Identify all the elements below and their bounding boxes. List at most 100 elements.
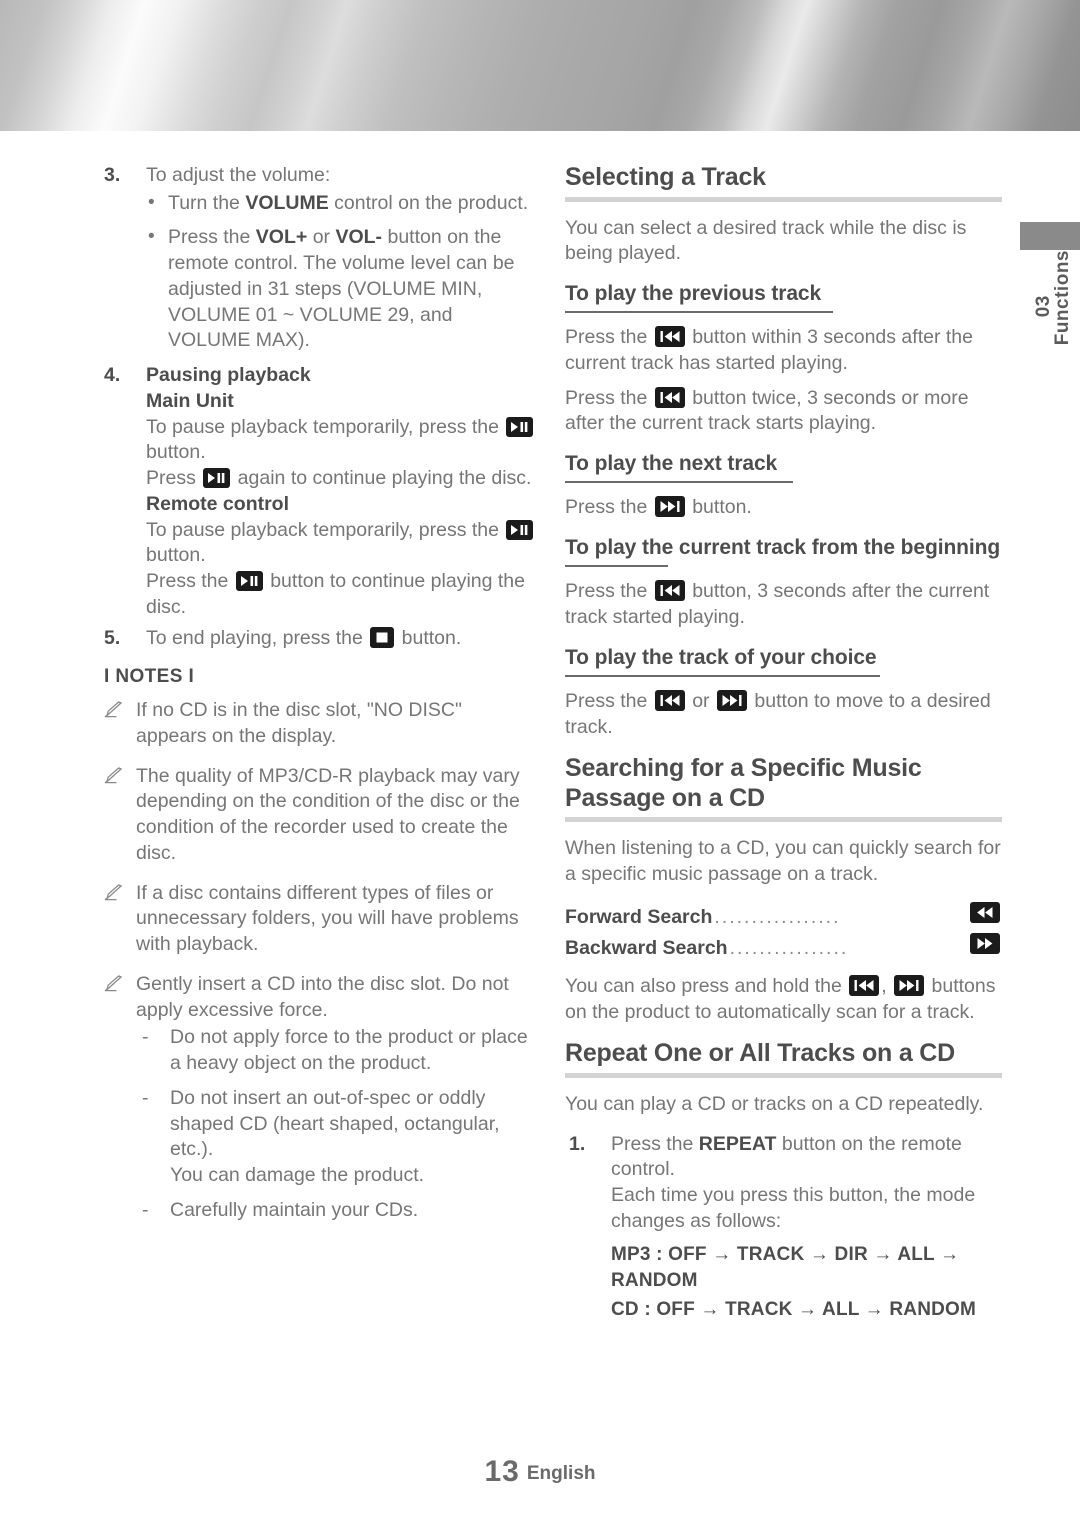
step-3-bullets: Turn the VOLUME control on the product. … — [146, 190, 537, 354]
subheading-rule — [565, 674, 880, 677]
remote-l2-pre: Press the — [146, 570, 234, 593]
note-item: If no CD is in the disc slot, "NO DISC" … — [100, 698, 537, 749]
remote-control-label: Remote control — [146, 492, 290, 515]
heading-previous-track: To play the previous track — [565, 281, 822, 305]
step-4-marker: 4. — [104, 364, 121, 387]
step-4: 4. Pausing playback Main Unit To pause p… — [100, 363, 537, 620]
leader-dots: ................. — [714, 905, 841, 928]
page-footer: 13 English — [0, 1455, 1080, 1489]
bullet-1-mid: or — [307, 226, 336, 249]
left-column: 3. To adjust the volume: Turn the VOLUME… — [100, 163, 537, 1237]
previous-track-line-2: Press the button twice, 3 seconds or mor… — [565, 386, 1002, 437]
heading-selecting-a-track: Selecting a Track — [565, 163, 766, 191]
remote-resume-line: Press the button to continue playing the… — [146, 569, 537, 620]
searching-outro: You can also press and hold the , button… — [565, 974, 1002, 1025]
previous-track-icon — [654, 386, 685, 408]
forward-search-label: Forward Search — [565, 905, 713, 928]
pencil-icon — [102, 701, 124, 719]
prev-l1-pre: Press the — [565, 326, 653, 349]
note-sub-text: Do not insert an out-of-spec or oddly sh… — [170, 1086, 500, 1161]
step-5-post: button. — [396, 627, 462, 650]
remote-l1-post: button. — [146, 544, 206, 567]
repeat-intro: You can play a CD or tracks on a CD repe… — [565, 1092, 984, 1115]
previous-track-line-1: Press the button within 3 seconds after … — [565, 325, 1002, 376]
leader-backward-search: Backward Search ................ — [565, 932, 1002, 960]
next-track-icon — [716, 689, 747, 711]
main-unit-l1-pre: To pause playback temporarily, press the — [146, 415, 505, 438]
searching-intro: When listening to a CD, you can quickly … — [565, 837, 1001, 886]
bullet-1-bold2: VOL- — [335, 226, 383, 249]
begin-pre: Press the — [565, 580, 653, 603]
main-unit-resume-line: Press again to continue playing the disc… — [146, 466, 537, 492]
backward-search-label: Backward Search — [565, 936, 728, 959]
subheading-rule — [565, 481, 793, 484]
step-5-pre: To end playing, press the — [146, 627, 369, 650]
heading-track-of-choice: To play the track of your choice — [565, 645, 877, 669]
heading-current-track-beginning: To play the current track from the begin… — [565, 536, 1001, 560]
repeat-step-1-text: Press the REPEAT button on the remote co… — [611, 1132, 1002, 1183]
right-column: Selecting a Track You can select a desir… — [565, 163, 1002, 1326]
step-3-text: To adjust the volume: — [146, 164, 331, 186]
note-text: If no CD is in the disc slot, "NO DISC" … — [136, 699, 462, 747]
bullet-0-bold: VOLUME — [245, 191, 329, 214]
main-unit-l2-pre: Press — [146, 467, 202, 490]
main-unit-l1-post: button. — [146, 441, 206, 464]
prev-l2-pre: Press the — [565, 386, 653, 409]
rewind-icon — [970, 901, 1000, 923]
step-3: 3. To adjust the volume: Turn the VOLUME… — [100, 163, 537, 354]
remote-l1-pre: To pause playback temporarily, press the — [146, 518, 505, 541]
pencil-icon — [102, 766, 124, 785]
play-pause-icon — [506, 416, 534, 437]
repeat-step-1-extra: Each time you press this button, the mod… — [611, 1183, 976, 1232]
bullet-1-bold: VOL+ — [255, 226, 308, 249]
heading-searching-music-passage: Searching for a Specific Music Passage o… — [565, 754, 922, 812]
page-number: 13 — [484, 1455, 520, 1488]
play-pause-icon — [203, 468, 231, 489]
subheading-rule — [565, 565, 668, 568]
note-sub-item: Carefully maintain your CDs. — [136, 1198, 537, 1224]
heading-rule — [565, 817, 1002, 823]
bullet-0-pre: Turn the — [168, 191, 246, 214]
play-pause-icon — [235, 571, 263, 592]
previous-track-icon — [654, 580, 685, 602]
heading-rule — [565, 196, 1002, 202]
stop-icon — [370, 627, 395, 649]
page-language: English — [526, 1463, 596, 1484]
pencil-icon — [102, 975, 124, 993]
next-track-icon — [654, 496, 685, 518]
leader-forward-search: Forward Search ................. — [565, 901, 1002, 929]
page-header-banner — [0, 0, 1080, 131]
main-unit-l2-post: again to continue playing the disc. — [232, 467, 532, 490]
previous-track-icon — [654, 326, 685, 348]
heading-repeat-tracks: Repeat One or All Tracks on a CD — [565, 1039, 956, 1068]
next-post: button. — [686, 496, 752, 519]
step-5: 5. To end playing, press the button. — [100, 626, 537, 652]
step-3-marker: 3. — [104, 164, 121, 186]
choice-pre: Press the — [565, 689, 653, 712]
outro-mid: , — [881, 974, 893, 997]
previous-track-icon — [849, 974, 880, 996]
note-sub-item: Do not apply force to the product or pla… — [136, 1025, 537, 1076]
bullet-0-post: control on the product. — [328, 191, 529, 214]
repeat-sequence-mp3: MP3 : OFF → TRACK → DIR → ALL → RANDOM — [611, 1244, 960, 1292]
note-text: Gently insert a CD into the disc slot. D… — [136, 972, 509, 1021]
remote-pause-line: To pause playback temporarily, press the… — [146, 518, 537, 569]
note-text: If a disc contains different types of fi… — [136, 881, 519, 956]
beginning-line: Press the button, 3 seconds after the cu… — [565, 579, 1002, 630]
play-pause-icon — [506, 519, 534, 540]
step-4-title: Pausing playback — [146, 364, 311, 387]
repeat-sequence-cd: CD : OFF → TRACK → ALL → RANDOM — [611, 1298, 977, 1320]
note-sub-item: Do not insert an out-of-spec or oddly sh… — [136, 1086, 537, 1189]
next-pre: Press the — [565, 496, 653, 519]
choice-mid: or — [686, 689, 715, 712]
main-unit-pause-line: To pause playback temporarily, press the… — [146, 415, 537, 466]
note-sub-text: Do not apply force to the product or pla… — [170, 1026, 528, 1075]
pencil-icon — [102, 883, 124, 902]
step-5-text: To end playing, press the button. — [146, 626, 537, 652]
page-body: 3. To adjust the volume: Turn the VOLUME… — [0, 131, 1080, 1532]
repeat-step-1: 1. Press the REPEAT button on the remote… — [565, 1132, 1002, 1323]
previous-track-icon — [654, 689, 685, 711]
leader-dots: ................ — [729, 936, 849, 959]
note-item: If a disc contains different types of fi… — [100, 881, 537, 958]
bullet-1-pre: Press the — [168, 226, 256, 249]
